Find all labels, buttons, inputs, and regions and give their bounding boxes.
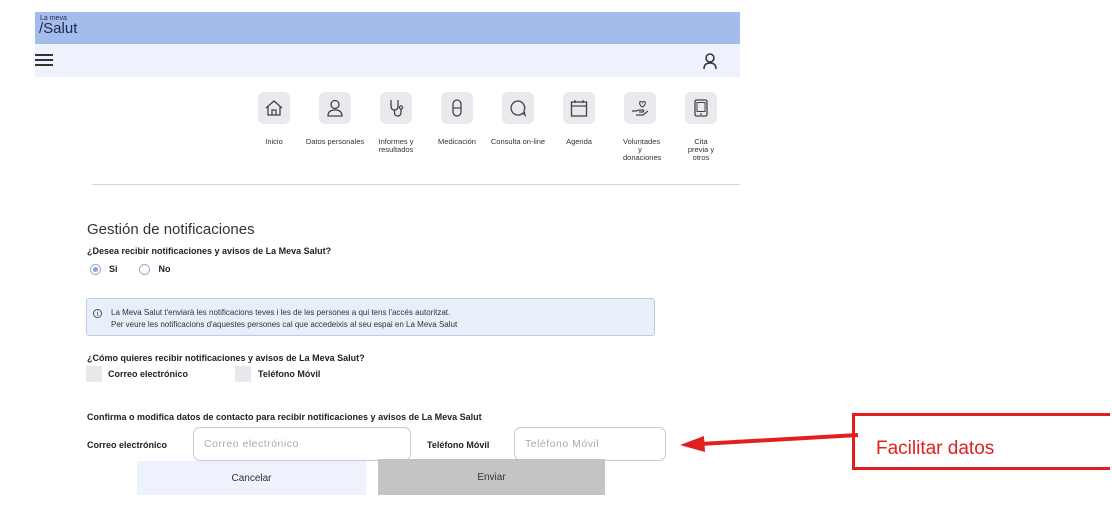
pill-icon (441, 92, 473, 124)
question-channel: ¿Cómo quieres recibir notificaciones y a… (87, 353, 365, 363)
radio-no-label: No (158, 264, 171, 274)
tile-agenda[interactable]: Agenda (549, 92, 609, 146)
tile-label: Inicio (265, 137, 283, 146)
info-line-1: La Meva Salut t'enviarà les notificacion… (111, 308, 451, 317)
info-line-2: Per veure les notificacions d'aquestes p… (111, 320, 458, 329)
nav-bar (35, 44, 740, 77)
tile-cita-previa[interactable]: Cita previa y otros (671, 92, 731, 162)
tile-datos-personales[interactable]: Datos personales (305, 92, 365, 146)
checkbox-email[interactable] (86, 366, 102, 382)
app-header: La meva /Salut (35, 12, 740, 44)
annotation-text: Facilitar datos (876, 438, 995, 459)
page-title: Gestión de notificaciones (87, 221, 255, 238)
heart-hand-icon (624, 92, 656, 124)
confirm-heading: Confirma o modifica datos de contacto pa… (87, 412, 482, 422)
radio-group-receive: Si No (90, 262, 171, 276)
chat-bubble-icon (502, 92, 534, 124)
person-icon (319, 92, 351, 124)
checkbox-email-label: Correo electrónico (108, 369, 189, 379)
submit-button[interactable]: Enviar (378, 459, 605, 495)
phone-label: Teléfono Móvil (427, 440, 490, 450)
annotation-arrow-icon (680, 433, 859, 452)
tile-label: Informes y resultados (378, 137, 414, 154)
menu-icon[interactable] (35, 54, 53, 67)
tile-consulta[interactable]: Consulta on-line (488, 92, 548, 146)
tile-informes[interactable]: Informes y resultados (366, 92, 426, 154)
tile-voluntades[interactable]: Voluntades y donaciones (610, 92, 670, 162)
info-box: i La Meva Salut t'enviarà les notificaci… (86, 298, 655, 336)
logo-main-text: /Salut (39, 20, 78, 37)
cancel-button[interactable]: Cancelar (137, 461, 366, 495)
radio-yes[interactable] (90, 263, 101, 275)
radio-no[interactable] (138, 263, 150, 275)
home-icon (258, 92, 290, 124)
tile-label: Medicación (438, 137, 476, 146)
tile-label: Datos personales (305, 137, 365, 146)
radio-yes-label: Si (109, 264, 118, 274)
tile-label: Agenda (566, 137, 592, 146)
tile-label: Voluntades y donaciones (623, 137, 662, 162)
checkbox-phone[interactable] (235, 366, 251, 382)
info-icon: i (93, 309, 102, 318)
calendar-icon (563, 92, 595, 124)
email-input[interactable] (193, 427, 411, 461)
stethoscope-icon (380, 92, 412, 124)
tile-medicacion[interactable]: Medicación (427, 92, 487, 146)
tablet-icon (685, 92, 717, 124)
checkbox-phone-label: Teléfono Móvil (258, 369, 321, 379)
email-label: Correo electrónico (87, 440, 168, 450)
question-receive: ¿Desea recibir notificaciones y avisos d… (87, 246, 332, 256)
phone-input[interactable] (514, 427, 666, 461)
tile-inicio[interactable]: Inicio (244, 92, 304, 146)
tile-label: Cita previa y otros (687, 137, 715, 162)
tile-label: Consulta on-line (490, 137, 546, 146)
divider (92, 184, 740, 185)
user-icon[interactable] (701, 52, 719, 70)
